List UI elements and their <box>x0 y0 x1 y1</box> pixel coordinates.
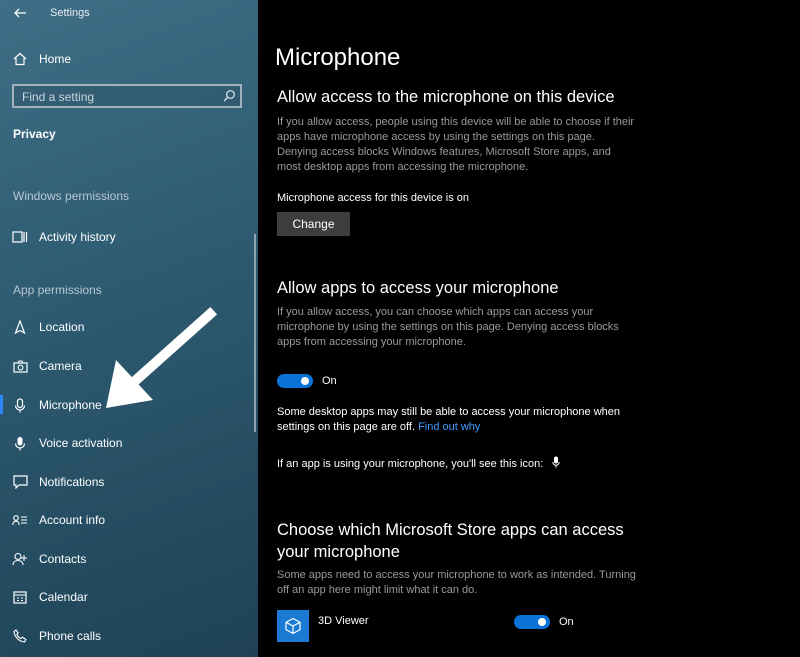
sidebar-item-phone-calls[interactable]: Phone calls <box>0 619 258 653</box>
calendar-icon <box>11 588 29 606</box>
search-icon[interactable] <box>222 89 236 103</box>
device-access-description: If you allow access, people using this d… <box>277 116 635 173</box>
sidebar-item-label: Account info <box>39 513 106 527</box>
3d-viewer-toggle[interactable] <box>514 615 550 629</box>
sidebar-scrollbar[interactable] <box>254 234 256 432</box>
notifications-icon <box>11 473 29 491</box>
store-apps-heading-line2: your microphone <box>277 543 400 561</box>
sidebar-item-location[interactable]: Location <box>0 310 258 344</box>
nav-home-label: Home <box>39 52 72 66</box>
nav-home[interactable]: Home <box>0 42 258 76</box>
microphone-in-use-icon <box>552 456 561 468</box>
account-info-icon <box>11 511 29 529</box>
sidebar-item-camera[interactable]: Camera <box>0 349 258 383</box>
3d-viewer-app-icon <box>277 610 309 642</box>
search-placeholder: Find a setting <box>22 90 95 104</box>
apps-access-heading: Allow apps to access your microphone <box>277 279 559 297</box>
sidebar-item-contacts[interactable]: Contacts <box>0 542 258 576</box>
sidebar-item-voice-activation[interactable]: Voice activation <box>0 426 258 460</box>
apps-access-description: If you allow access, you can choose whic… <box>277 306 619 348</box>
sidebar-item-label: Activity history <box>39 230 116 244</box>
sidebar-item-activity-history[interactable]: Activity history <box>0 220 258 254</box>
store-apps-heading: Choose which Microsoft Store apps can ac… <box>277 519 624 563</box>
cube-icon <box>285 617 301 635</box>
sidebar-item-calendar[interactable]: Calendar <box>0 580 258 614</box>
mic-icon-note: If an app is using your microphone, you'… <box>277 456 561 470</box>
sidebar-item-label: Contacts <box>39 552 87 566</box>
mic-icon-note-text: If an app is using your microphone, you'… <box>277 458 544 470</box>
sidebar-item-label: Phone calls <box>39 629 102 643</box>
search-input[interactable]: Find a setting <box>12 84 242 108</box>
sidebar-item-label: Location <box>39 320 85 334</box>
back-arrow-icon[interactable] <box>12 5 28 21</box>
main-content: Microphone Allow access to the microphon… <box>258 0 800 657</box>
find-out-why-link[interactable]: Find out why <box>418 421 480 433</box>
voice-activation-icon <box>11 434 29 452</box>
desktop-apps-note: Some desktop apps may still be able to a… <box>277 405 637 435</box>
sidebar-item-label: Notifications <box>39 475 105 489</box>
contacts-icon <box>11 550 29 568</box>
camera-icon <box>11 357 29 375</box>
page-title: Microphone <box>275 44 401 71</box>
home-icon <box>11 50 29 68</box>
store-apps-description: Some apps need to access your microphone… <box>277 569 636 596</box>
category-title: Privacy <box>13 127 56 141</box>
device-access-heading: Allow access to the microphone on this d… <box>277 88 615 106</box>
sidebar-item-notifications[interactable]: Notifications <box>0 465 258 499</box>
apps-access-toggle[interactable] <box>277 374 313 388</box>
sidebar: Settings Home Find a setting Privacy Win… <box>0 0 258 657</box>
sidebar-item-microphone[interactable]: Microphone <box>0 388 258 422</box>
sidebar-item-account-info[interactable]: Account info <box>0 503 258 537</box>
apps-access-toggle-label: On <box>322 375 337 387</box>
store-apps-heading-line1: Choose which Microsoft Store apps can ac… <box>277 521 624 539</box>
sidebar-item-label: Microphone <box>39 398 102 412</box>
change-button[interactable]: Change <box>277 212 350 236</box>
device-access-status: Microphone access for this device is on <box>277 192 469 204</box>
3d-viewer-app-name: 3D Viewer <box>318 615 369 627</box>
title-bar: Settings <box>0 0 258 28</box>
sidebar-item-label: Calendar <box>39 590 88 604</box>
microphone-icon <box>11 396 29 414</box>
location-icon <box>11 318 29 336</box>
activity-history-icon <box>11 228 29 246</box>
3d-viewer-toggle-label: On <box>559 616 574 628</box>
section-windows-permissions: Windows permissions <box>13 189 130 203</box>
phone-calls-icon <box>11 627 29 645</box>
sidebar-item-label: Camera <box>39 359 82 373</box>
app-title: Settings <box>50 7 90 19</box>
sidebar-item-label: Voice activation <box>39 436 123 450</box>
section-app-permissions: App permissions <box>13 283 102 297</box>
